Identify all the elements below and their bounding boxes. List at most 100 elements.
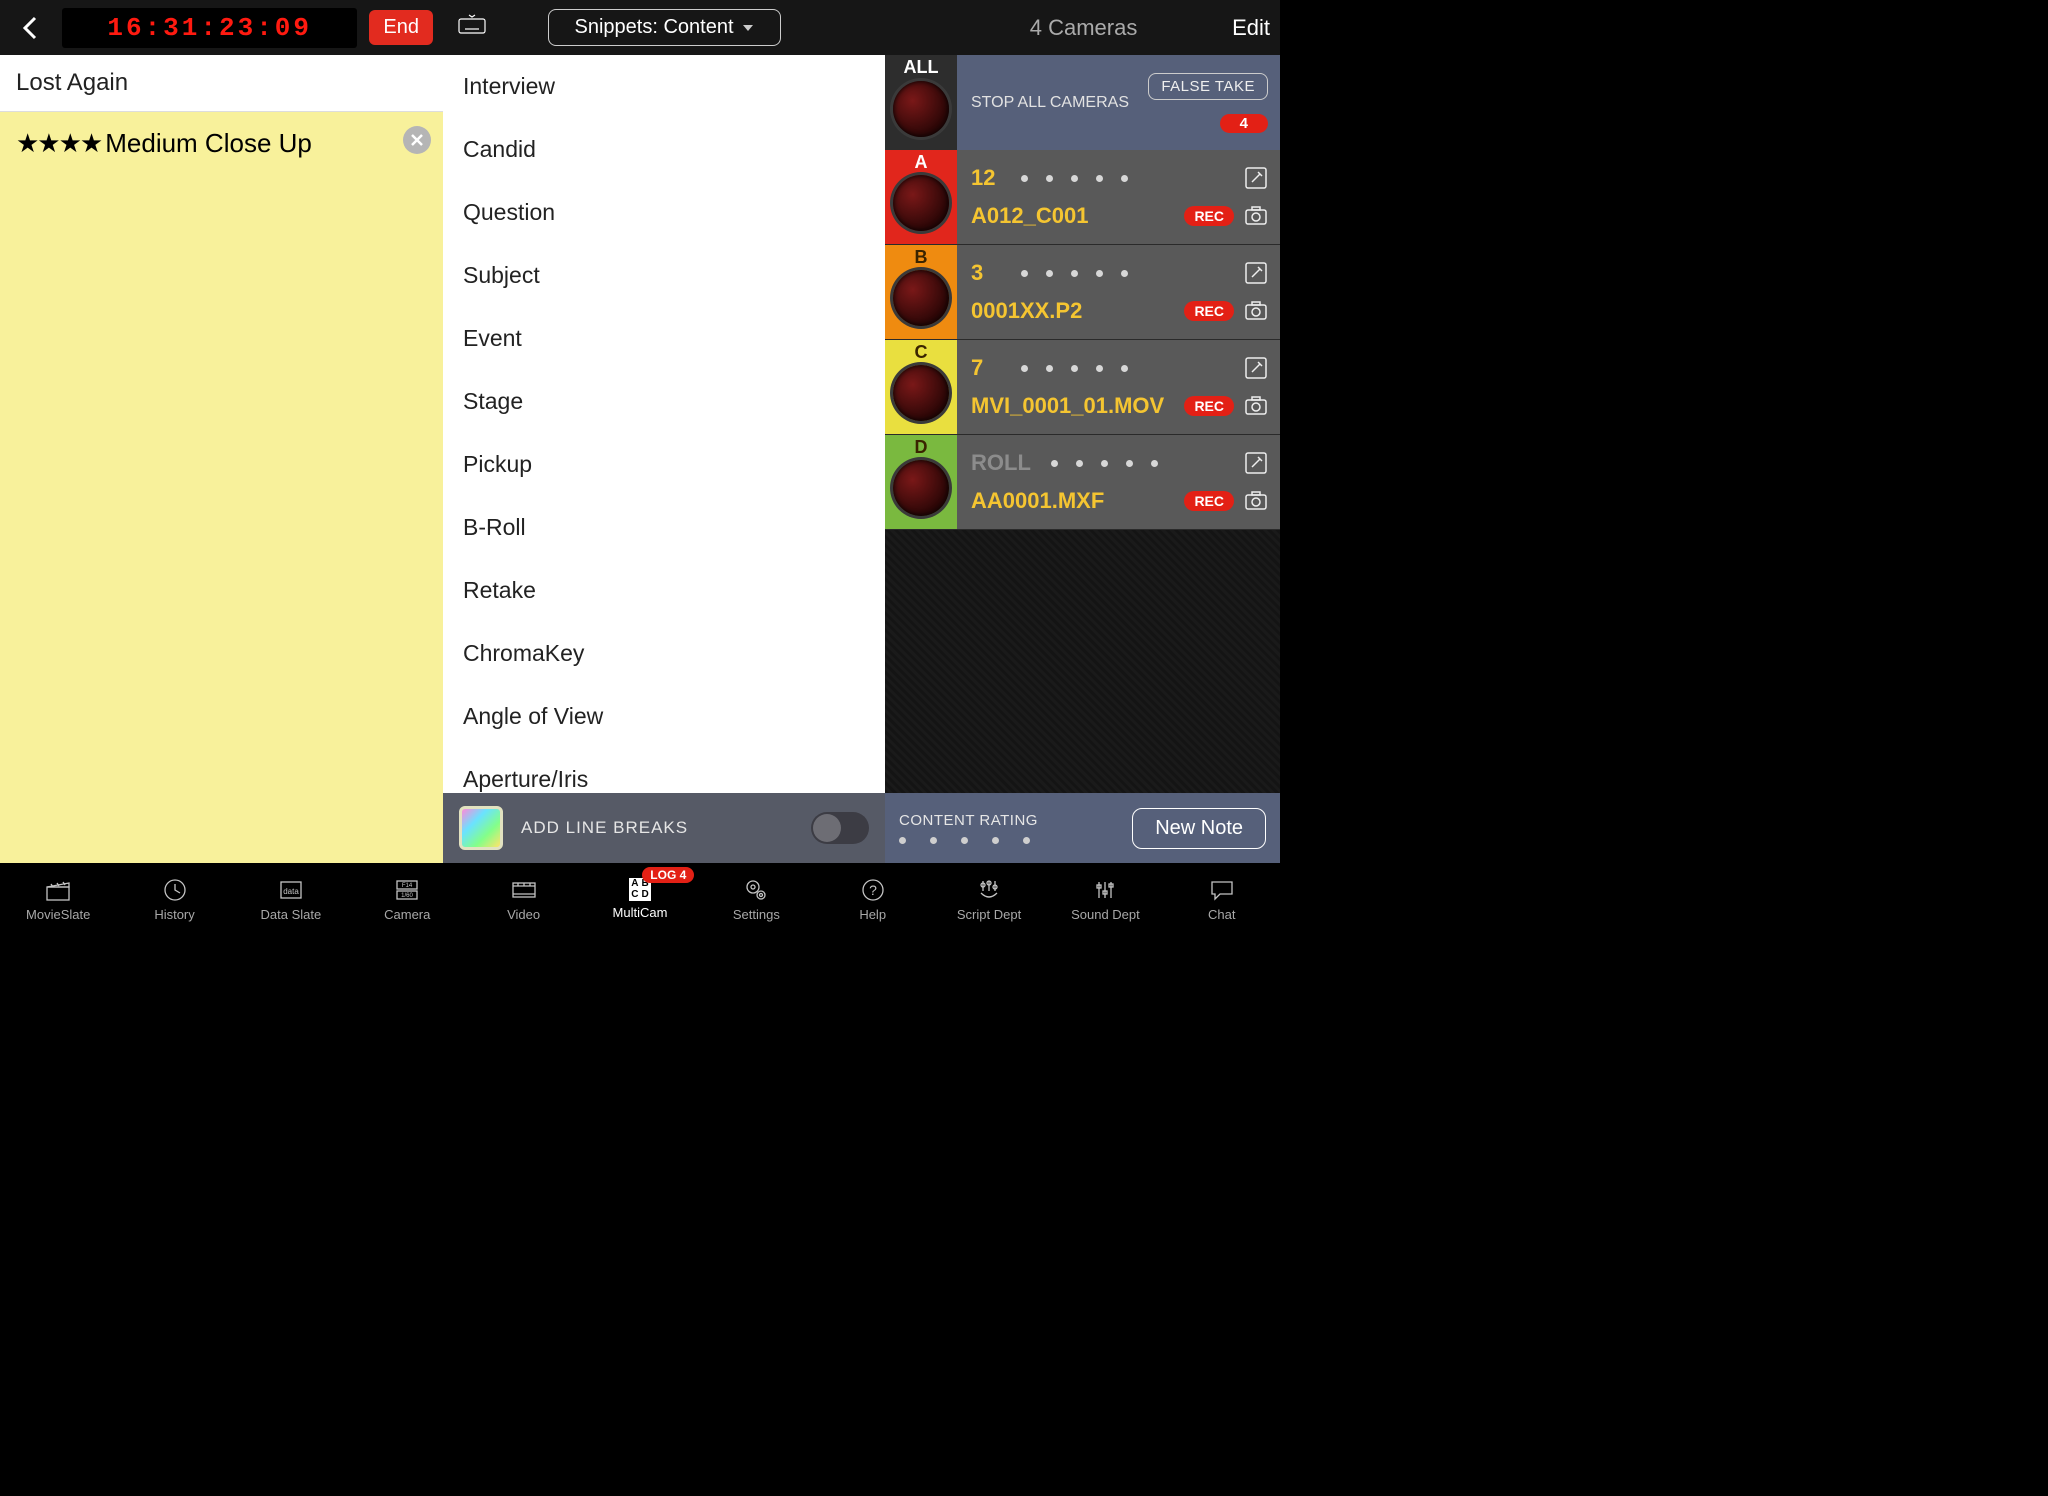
camera-id-label: C bbox=[915, 342, 928, 363]
stop-all-row[interactable]: ALL STOP ALL CAMERAS FALSE TAKE 4 bbox=[885, 55, 1280, 150]
svg-text:F14: F14 bbox=[402, 883, 413, 889]
rec-badge: REC bbox=[1184, 396, 1234, 416]
clear-note-icon[interactable] bbox=[403, 126, 431, 154]
snippet-item[interactable]: ChromaKey bbox=[443, 622, 885, 685]
camera-id-label: B bbox=[915, 247, 928, 268]
recording-count-badge: 4 bbox=[1220, 114, 1268, 133]
camera-icon[interactable] bbox=[1244, 394, 1268, 418]
keyboard-icon[interactable] bbox=[457, 13, 487, 43]
lens-icon bbox=[893, 81, 949, 137]
camera-icon[interactable] bbox=[1244, 299, 1268, 323]
snippet-item[interactable]: Retake bbox=[443, 559, 885, 622]
edit-button[interactable]: Edit bbox=[1232, 15, 1270, 41]
rating-dots[interactable] bbox=[1051, 460, 1234, 467]
snippet-item[interactable]: B-Roll bbox=[443, 496, 885, 559]
camera-row-b[interactable]: B30001XX.P2REC bbox=[885, 245, 1280, 340]
lens-icon bbox=[893, 460, 949, 516]
svg-text:?: ? bbox=[869, 882, 877, 898]
edit-icon[interactable] bbox=[1244, 261, 1268, 285]
note-text: Medium Close Up bbox=[105, 128, 312, 159]
tab-label: Camera bbox=[384, 907, 430, 922]
edit-icon[interactable] bbox=[1244, 356, 1268, 380]
chevron-down-icon bbox=[742, 22, 754, 34]
rating-stars: ★★★★ bbox=[16, 128, 101, 159]
camera-id-label: D bbox=[915, 437, 928, 458]
snippet-item[interactable]: Question bbox=[443, 181, 885, 244]
lens-icon bbox=[893, 175, 949, 231]
camera-row-d[interactable]: DROLLAA0001.MXFREC bbox=[885, 435, 1280, 530]
new-note-button[interactable]: New Note bbox=[1132, 808, 1266, 849]
clip-name: AA0001.MXF bbox=[971, 488, 1174, 514]
log-badge: LOG 4 bbox=[642, 867, 694, 883]
clip-name: A012_C001 bbox=[971, 203, 1174, 229]
add-line-breaks-label: ADD LINE BREAKS bbox=[521, 818, 688, 838]
tab-camera[interactable]: F14 1/60 Camera bbox=[349, 863, 465, 935]
clip-name: MVI_0001_01.MOV bbox=[971, 393, 1174, 419]
cameras-title: 4 Cameras bbox=[935, 15, 1232, 41]
snippet-item[interactable]: Candid bbox=[443, 118, 885, 181]
camera-row-c[interactable]: C7MVI_0001_01.MOVREC bbox=[885, 340, 1280, 435]
snippet-item[interactable]: Subject bbox=[443, 244, 885, 307]
false-take-button[interactable]: FALSE TAKE bbox=[1148, 73, 1268, 100]
camera-icon[interactable] bbox=[1244, 489, 1268, 513]
tab-history[interactable]: History bbox=[116, 863, 232, 935]
snippet-item[interactable]: Interview bbox=[443, 55, 885, 118]
snippet-item[interactable]: Event bbox=[443, 307, 885, 370]
rating-dots[interactable] bbox=[1021, 365, 1234, 372]
tab-label: MultiCam bbox=[613, 905, 668, 920]
tab-chat[interactable]: Chat bbox=[1164, 863, 1280, 935]
tab-label: Script Dept bbox=[957, 907, 1021, 922]
note-body[interactable]: ★★★★ Medium Close Up bbox=[0, 112, 443, 863]
tab-script-dept[interactable]: Script Dept bbox=[931, 863, 1047, 935]
tab-settings[interactable]: Settings bbox=[698, 863, 814, 935]
rating-dots[interactable] bbox=[1021, 270, 1234, 277]
timecode-display: 16:31:23:09 bbox=[62, 8, 357, 48]
tab-label: Data Slate bbox=[261, 907, 322, 922]
snippet-list[interactable]: InterviewCandidQuestionSubjectEventStage… bbox=[443, 55, 885, 793]
edit-icon[interactable] bbox=[1244, 451, 1268, 475]
svg-text:1/60: 1/60 bbox=[401, 893, 413, 899]
content-rating-dots[interactable] bbox=[899, 837, 1038, 844]
rec-badge: REC bbox=[1184, 301, 1234, 321]
edit-icon[interactable] bbox=[1244, 166, 1268, 190]
snippet-item[interactable]: Aperture/Iris bbox=[443, 748, 885, 793]
tab-label: Help bbox=[859, 907, 886, 922]
svg-text:data: data bbox=[283, 887, 299, 896]
tab-label: Video bbox=[507, 907, 540, 922]
note-title: Lost Again bbox=[0, 55, 443, 112]
back-button[interactable] bbox=[10, 8, 50, 48]
lens-icon bbox=[893, 270, 949, 326]
clip-name: 0001XX.P2 bbox=[971, 298, 1174, 324]
snippet-item[interactable]: Stage bbox=[443, 370, 885, 433]
stop-all-text: STOP ALL CAMERAS bbox=[971, 93, 1136, 112]
tab-movieslate[interactable]: MovieSlate bbox=[0, 863, 116, 935]
tab-label: Sound Dept bbox=[1071, 907, 1140, 922]
tab-data-slate[interactable]: data Data Slate bbox=[233, 863, 349, 935]
camera-id-label: A bbox=[915, 152, 928, 173]
tab-label: History bbox=[154, 907, 194, 922]
rec-badge: REC bbox=[1184, 491, 1234, 511]
rec-badge: REC bbox=[1184, 206, 1234, 226]
snippet-select-label: Snippets: Content bbox=[575, 16, 734, 39]
note-content: ★★★★ Medium Close Up bbox=[16, 128, 427, 159]
tab-label: Settings bbox=[733, 907, 780, 922]
snippet-item[interactable]: Pickup bbox=[443, 433, 885, 496]
tab-bar: MovieSlate History data Data Slate F14 1/60 Ca… bbox=[0, 863, 1280, 935]
rating-dots[interactable] bbox=[1021, 175, 1234, 182]
end-button[interactable]: End bbox=[369, 10, 433, 45]
snippet-item[interactable]: Angle of View bbox=[443, 685, 885, 748]
camera-icon[interactable] bbox=[1244, 204, 1268, 228]
line-breaks-toggle[interactable] bbox=[811, 812, 869, 844]
all-label: ALL bbox=[904, 57, 939, 78]
tab-multicam[interactable]: ABCDMultiCamLOG 4 bbox=[582, 863, 698, 935]
tab-label: Chat bbox=[1208, 907, 1235, 922]
tab-video[interactable]: Video bbox=[465, 863, 581, 935]
tab-help[interactable]: ? Help bbox=[815, 863, 931, 935]
lens-icon bbox=[893, 365, 949, 421]
content-rating-label: CONTENT RATING bbox=[899, 812, 1038, 829]
tab-label: MovieSlate bbox=[26, 907, 90, 922]
snippet-category-select[interactable]: Snippets: Content bbox=[548, 9, 781, 46]
color-swatch-button[interactable] bbox=[459, 806, 503, 850]
tab-sound-dept[interactable]: Sound Dept bbox=[1047, 863, 1163, 935]
camera-row-a[interactable]: A12A012_C001REC bbox=[885, 150, 1280, 245]
